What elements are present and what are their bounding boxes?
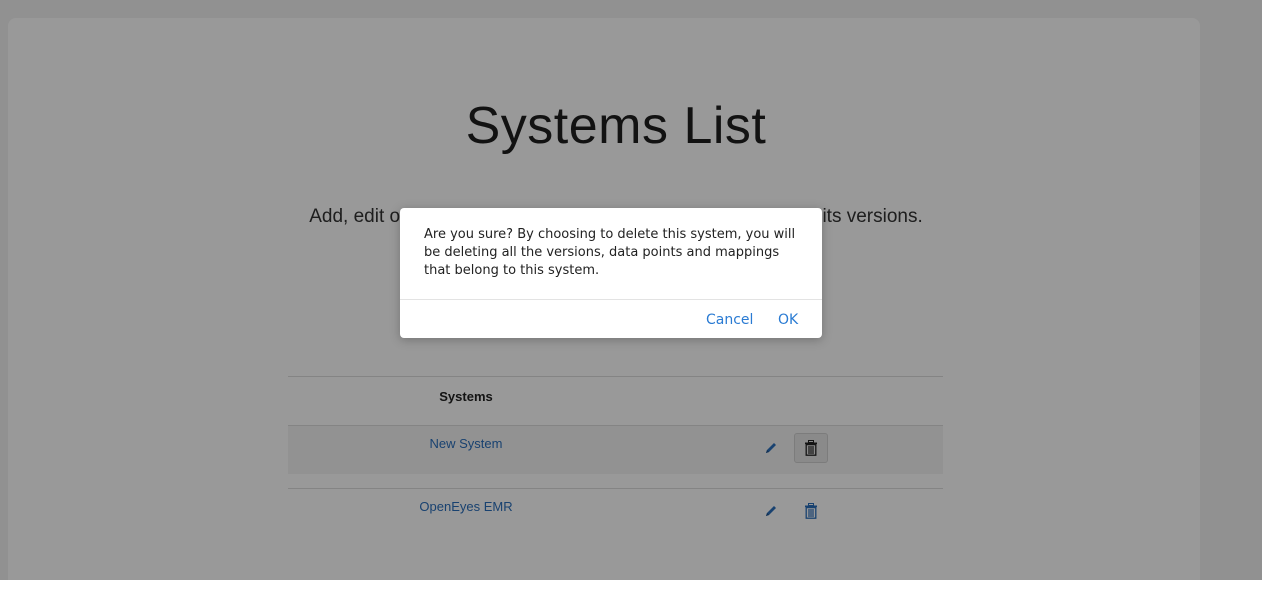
dialog-divider: [400, 299, 822, 300]
confirm-delete-dialog: Are you sure? By choosing to delete this…: [400, 208, 822, 338]
cancel-button[interactable]: Cancel: [706, 312, 753, 328]
dialog-message: Are you sure? By choosing to delete this…: [424, 227, 796, 278]
ok-button[interactable]: OK: [778, 312, 798, 328]
